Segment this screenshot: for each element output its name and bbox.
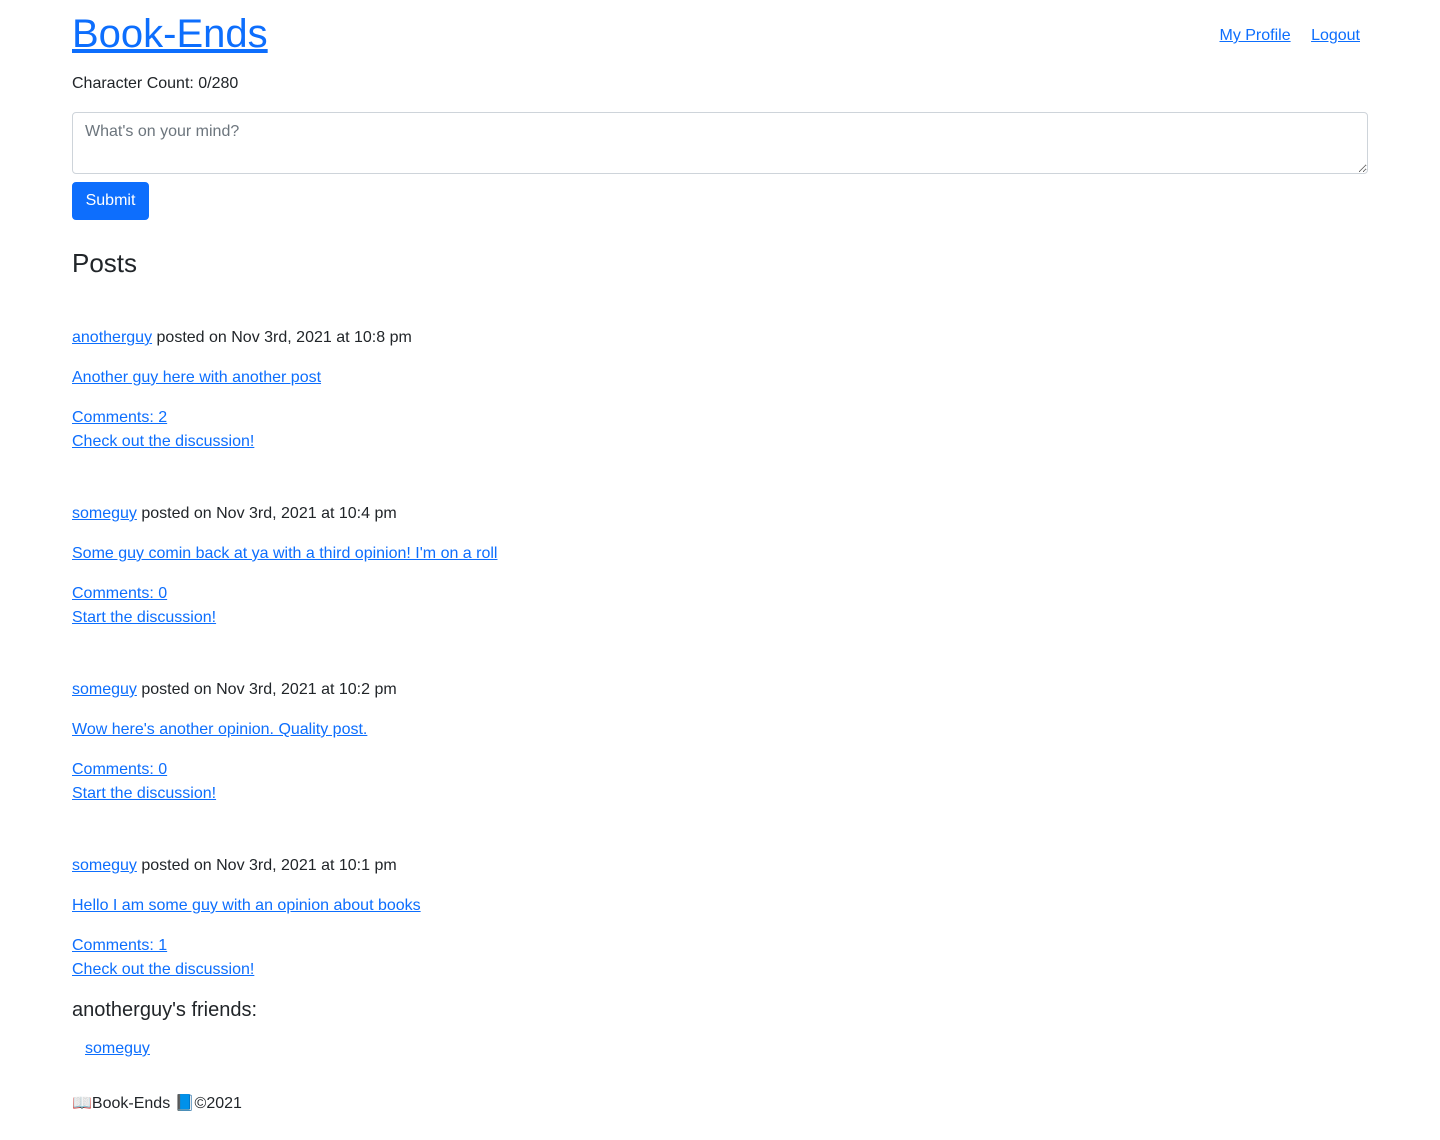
comments-count-link[interactable]: Comments: 2 — [72, 408, 167, 428]
post-date: Nov 3rd, 2021 at 10:4 pm — [216, 505, 397, 522]
header: Book-Ends My Profile Logout — [72, 10, 1368, 60]
post-author-link[interactable]: anotherguy — [72, 329, 152, 346]
post-body-link[interactable]: Some guy comin back at ya with a third o… — [72, 544, 497, 564]
friend-item: someguy — [85, 1039, 150, 1059]
post-meta: someguy posted on Nov 3rd, 2021 at 10:2 … — [72, 680, 397, 700]
post-author-link[interactable]: someguy — [72, 681, 137, 698]
comments-count-link[interactable]: Comments: 1 — [72, 936, 167, 956]
post-card: someguy posted on Nov 3rd, 2021 at 10:4 … — [72, 504, 1368, 634]
nav: My Profile Logout — [1203, 26, 1360, 46]
discussion-link[interactable]: Check out the discussion! — [72, 432, 254, 452]
post-card: anotherguy posted on Nov 3rd, 2021 at 10… — [72, 328, 1368, 458]
post-date: Nov 3rd, 2021 at 10:1 pm — [216, 857, 397, 874]
discussion-link[interactable]: Start the discussion! — [72, 608, 216, 628]
post-body-link[interactable]: Wow here's another opinion. Quality post… — [72, 720, 367, 740]
posted-on-text: posted on — [141, 857, 212, 874]
friends-heading: anotherguy's friends: — [72, 999, 258, 1021]
post-card: someguy posted on Nov 3rd, 2021 at 10:1 … — [72, 856, 1368, 986]
post-meta: someguy posted on Nov 3rd, 2021 at 10:4 … — [72, 504, 397, 524]
discussion-link[interactable]: Check out the discussion! — [72, 960, 254, 980]
posted-on-text: posted on — [141, 681, 212, 698]
post-date: Nov 3rd, 2021 at 10:8 pm — [231, 329, 412, 346]
comments-count-link[interactable]: Comments: 0 — [72, 760, 167, 780]
comments-count-link[interactable]: Comments: 0 — [72, 584, 167, 604]
post-author-link[interactable]: someguy — [72, 857, 137, 874]
posted-on-text: posted on — [156, 329, 227, 346]
post-card: someguy posted on Nov 3rd, 2021 at 10:2 … — [72, 680, 1368, 810]
friends-list: someguy — [85, 1039, 150, 1059]
friend-link[interactable]: someguy — [85, 1040, 150, 1057]
my-profile-link[interactable]: My Profile — [1219, 27, 1290, 44]
post-input[interactable] — [72, 112, 1368, 174]
posted-on-text: posted on — [141, 505, 212, 522]
brand-link[interactable]: Book-Ends — [72, 10, 268, 58]
post-body-link[interactable]: Hello I am some guy with an opinion abou… — [72, 896, 421, 916]
logout-link[interactable]: Logout — [1311, 27, 1360, 44]
footer: 📖Book-Ends 📘©2021 — [72, 1095, 242, 1112]
post-date: Nov 3rd, 2021 at 10:2 pm — [216, 681, 397, 698]
post-body-link[interactable]: Another guy here with another post — [72, 368, 321, 388]
post-meta: anotherguy posted on Nov 3rd, 2021 at 10… — [72, 328, 412, 348]
posts-heading: Posts — [72, 248, 138, 278]
post-author-link[interactable]: someguy — [72, 505, 137, 522]
submit-button[interactable]: Submit — [72, 182, 149, 220]
discussion-link[interactable]: Start the discussion! — [72, 784, 216, 804]
character-count: Character Count: 0/280 — [72, 75, 239, 92]
post-meta: someguy posted on Nov 3rd, 2021 at 10:1 … — [72, 856, 397, 876]
